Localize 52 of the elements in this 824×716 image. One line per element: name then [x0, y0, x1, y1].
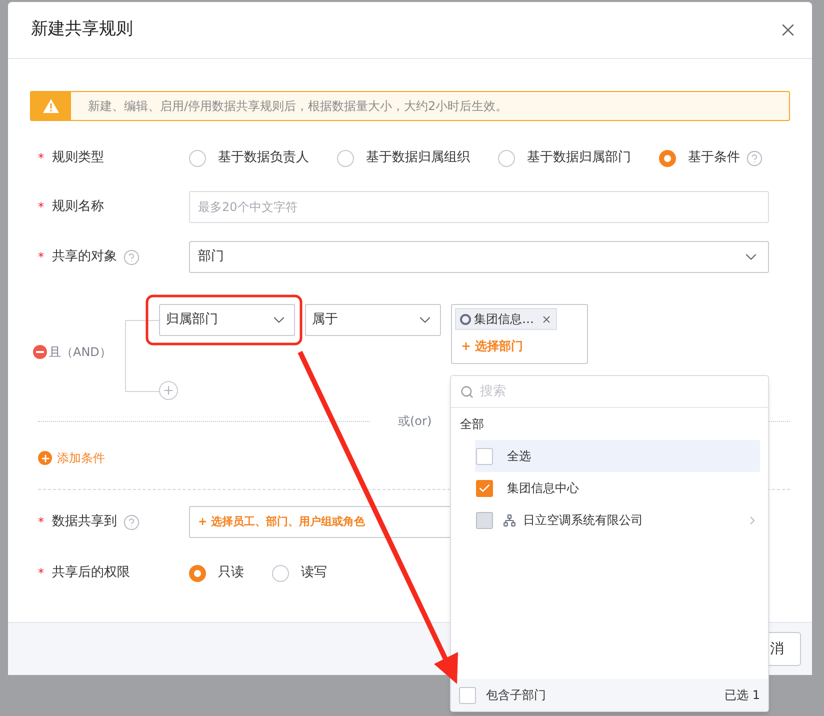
help-icon[interactable]: [746, 150, 763, 166]
field-select[interactable]: 归属部门: [159, 304, 295, 336]
required-mark: *: [38, 565, 44, 582]
logic-label: 且（AND）: [49, 344, 112, 361]
required-mark: *: [38, 249, 44, 266]
bracket-line: [125, 320, 159, 392]
required-mark: *: [38, 150, 44, 167]
search-field[interactable]: 搜索: [480, 382, 750, 402]
tag-text: 集团信息…: [474, 311, 534, 328]
field-label: 共享后的权限: [52, 564, 130, 582]
add-condition-icon[interactable]: [38, 451, 52, 465]
checkbox[interactable]: [476, 448, 493, 464]
selected-count: 已选 1: [724, 687, 760, 704]
field-label: 规则类型: [52, 149, 104, 168]
department-option[interactable]: 全选: [475, 440, 760, 472]
radio-button[interactable]: [272, 564, 289, 582]
add-row-icon[interactable]: [159, 381, 178, 400]
rule-name-field[interactable]: 最多20个中文字符: [189, 191, 769, 223]
remove-icon[interactable]: [541, 314, 552, 324]
radio-label[interactable]: 基于数据负责人: [218, 148, 309, 168]
include-children-label[interactable]: 包含子部门: [486, 686, 546, 704]
remove-group-icon[interactable]: [33, 345, 47, 359]
field-label: 共享的对象: [52, 248, 117, 266]
group-label: 全部: [460, 416, 484, 433]
search-icon: [460, 384, 474, 398]
required-mark: *: [38, 514, 44, 531]
warning-icon: [42, 98, 60, 114]
radio-label[interactable]: 只读: [218, 563, 244, 583]
operator-select[interactable]: 属于: [305, 304, 441, 336]
required-mark: *: [38, 199, 44, 216]
field-label: 规则名称: [52, 198, 104, 216]
radio-label[interactable]: 基于数据归属部门: [527, 148, 631, 168]
field-label: 数据共享到: [52, 513, 117, 532]
help-icon[interactable]: [123, 514, 140, 530]
radio-button[interactable]: [189, 564, 206, 582]
radio-label[interactable]: 基于条件: [688, 148, 740, 168]
check-icon: [478, 482, 491, 494]
radio-button[interactable]: [337, 150, 354, 166]
radio-button[interactable]: [498, 150, 515, 166]
share-object-select[interactable]: 部门: [189, 241, 769, 273]
radio-label[interactable]: 基于数据归属组织: [366, 148, 470, 168]
radio-button[interactable]: [189, 150, 206, 166]
help-icon[interactable]: [123, 248, 140, 266]
hierarchy-icon: [503, 514, 516, 526]
or-separator: 或(or): [397, 413, 433, 430]
radio-label[interactable]: 读写: [301, 563, 327, 583]
checkbox[interactable]: [459, 686, 476, 704]
department-picker[interactable]: 集团信息… + 选择部门: [451, 304, 588, 364]
radio-button[interactable]: [659, 150, 676, 166]
checkbox[interactable]: [476, 480, 493, 496]
notice-text: 新建、编辑、启用/停用数据共享规则后，根据数据量大小，大约2小时后生效。: [87, 98, 508, 115]
dialog-title: 新建共享规则: [31, 18, 133, 42]
